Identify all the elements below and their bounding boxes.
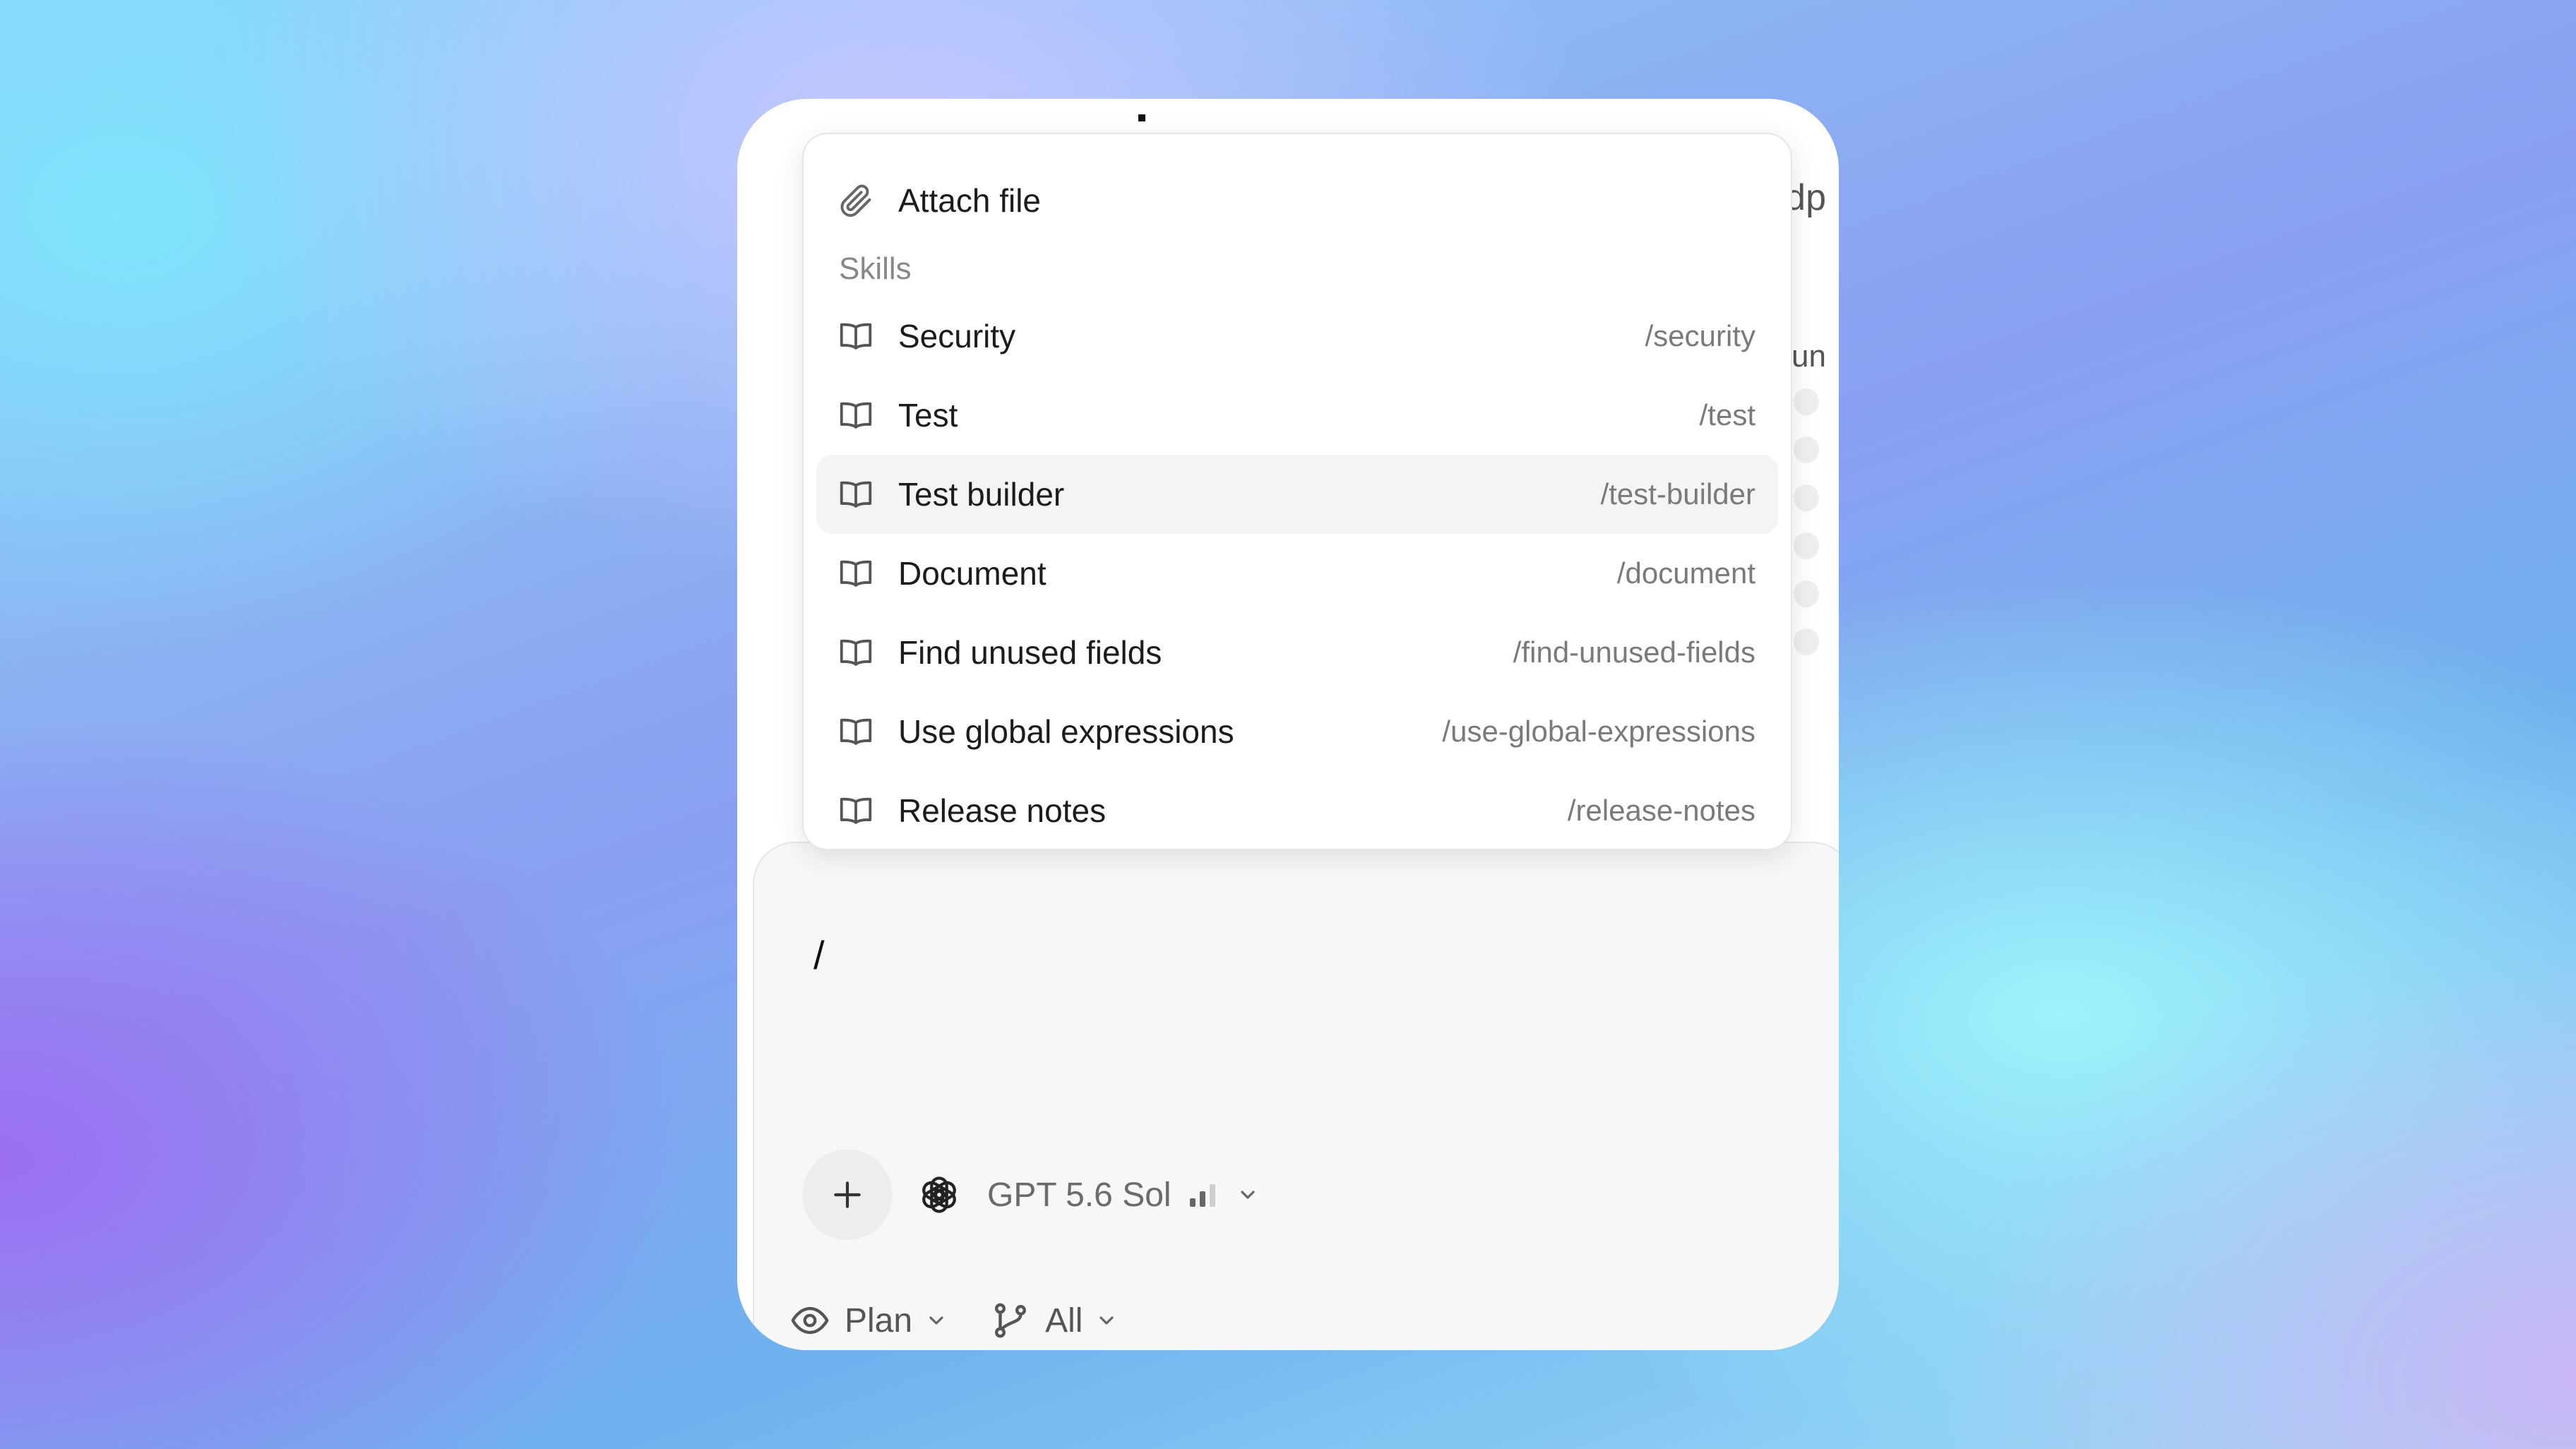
composer-footer: Plan All <box>789 1292 1160 1349</box>
git-branch-icon <box>995 1303 1027 1338</box>
skill-item[interactable]: Document/document <box>816 534 1778 613</box>
skill-command: /release-notes <box>1567 794 1755 827</box>
book-icon <box>836 791 876 830</box>
branch-selector[interactable]: All <box>990 1300 1118 1341</box>
plus-icon <box>834 1181 861 1208</box>
book-icon <box>836 633 876 672</box>
eye-icon <box>791 1306 829 1335</box>
skill-label: Security <box>898 318 1016 354</box>
skill-command: /test <box>1699 398 1755 431</box>
skill-item[interactable]: Test builder/test-builder <box>816 455 1778 534</box>
agent-panel: dp un Attach file Skills Security/securi… <box>737 99 1839 1350</box>
book-icon <box>836 395 876 435</box>
model-selector[interactable]: GPT 5.6 Sol <box>917 1161 1259 1229</box>
cursor-mark <box>1138 114 1145 121</box>
branch-label: All <box>1045 1301 1083 1340</box>
skill-label: Find unused fields <box>898 634 1162 671</box>
attach-file-label: Attach file <box>898 182 1041 219</box>
skill-command: /use-global-expressions <box>1442 715 1755 748</box>
skill-item[interactable]: Test/test <box>816 376 1778 455</box>
skill-label: Test <box>898 397 958 434</box>
chevron-down-icon <box>929 1316 943 1325</box>
skills-section-header: Skills <box>839 251 912 286</box>
paperclip-icon <box>836 181 876 220</box>
skill-command: /find-unused-fields <box>1513 636 1755 669</box>
skill-label: Test builder <box>898 476 1065 513</box>
skill-label: Use global expressions <box>898 713 1234 750</box>
message-composer: / GPT 5.6 Sol <box>753 842 1839 1350</box>
message-input[interactable]: / <box>813 932 825 978</box>
skill-label: Release notes <box>898 792 1107 829</box>
chevron-down-icon <box>1099 1316 1114 1325</box>
skill-item[interactable]: Release notes/release-notes <box>816 771 1778 850</box>
skill-item[interactable]: Security/security <box>816 297 1778 376</box>
strength-bar <box>1209 1184 1215 1207</box>
book-icon <box>836 712 876 751</box>
openai-logo-icon <box>922 1176 956 1213</box>
strength-bar <box>1199 1191 1205 1207</box>
book-icon <box>836 475 876 514</box>
book-icon <box>836 316 876 356</box>
strength-bar <box>1189 1198 1195 1207</box>
background-placeholder-lines <box>1794 388 1819 676</box>
attach-file-item[interactable]: Attach file <box>816 161 1778 240</box>
chevron-down-icon <box>1240 1191 1255 1199</box>
model-strength-indicator <box>1189 1183 1215 1207</box>
skill-item[interactable]: Use global expressions/use-global-expres… <box>816 692 1778 771</box>
mode-selector[interactable]: Plan <box>789 1300 948 1341</box>
slash-command-menu: Attach file Skills Security/security Test… <box>802 133 1792 850</box>
skill-command: /test-builder <box>1600 477 1755 511</box>
book-icon <box>836 554 876 593</box>
skill-command: /document <box>1616 556 1755 590</box>
skill-label: Document <box>898 555 1046 592</box>
skill-item[interactable]: Find unused fields/find-unused-fields <box>816 613 1778 692</box>
skill-command: /security <box>1645 319 1755 352</box>
mode-label: Plan <box>845 1301 913 1340</box>
model-name: GPT 5.6 Sol <box>987 1176 1171 1214</box>
background-text-fragment: un <box>1791 339 1826 374</box>
add-button[interactable] <box>802 1150 893 1240</box>
